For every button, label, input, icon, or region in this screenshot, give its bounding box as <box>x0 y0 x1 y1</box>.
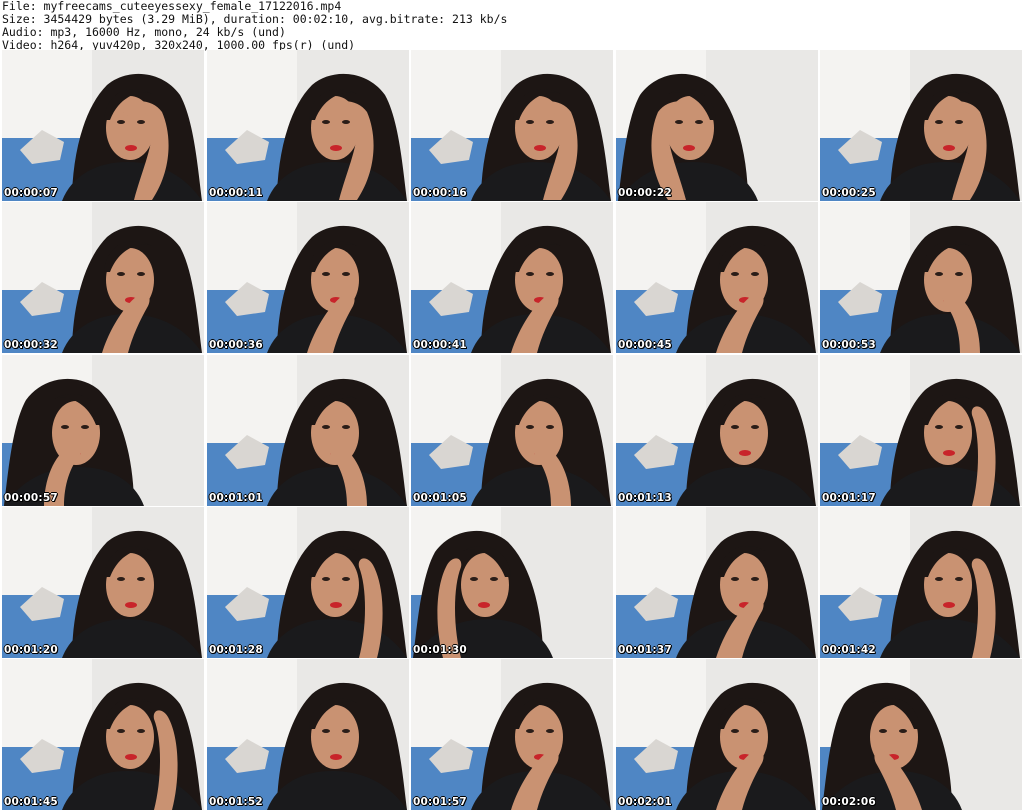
thumbnail-frame: 00:01:37 <box>616 507 818 658</box>
video-frame-image <box>207 659 409 810</box>
frame-timestamp: 00:00:53 <box>822 339 876 351</box>
video-frame-image <box>820 507 1022 658</box>
thumbnail-frame: 00:00:07 <box>2 50 204 201</box>
thumbnail-frame: 00:01:28 <box>207 507 409 658</box>
frame-timestamp: 00:01:17 <box>822 492 876 504</box>
frame-timestamp: 00:02:01 <box>618 796 672 808</box>
thumbnail-frame: 00:01:42 <box>820 507 1022 658</box>
thumbnail-frame: 00:01:20 <box>2 507 204 658</box>
frame-timestamp: 00:01:52 <box>209 796 263 808</box>
video-frame-image <box>616 507 818 658</box>
video-frame-image <box>616 355 818 506</box>
thumbnail-frame: 00:00:22 <box>616 50 818 201</box>
video-frame-image <box>411 507 613 658</box>
thumbnail-frame: 00:00:36 <box>207 202 409 353</box>
frame-timestamp: 00:01:20 <box>4 644 58 656</box>
frame-timestamp: 00:01:37 <box>618 644 672 656</box>
thumbnail-frame: 00:00:11 <box>207 50 409 201</box>
frame-timestamp: 00:01:42 <box>822 644 876 656</box>
frame-timestamp: 00:00:32 <box>4 339 58 351</box>
video-frame-image <box>616 659 818 810</box>
video-frame-image <box>207 50 409 201</box>
file-info-header: File: myfreecams_cuteeyessexy_female_171… <box>2 0 507 52</box>
frame-timestamp: 00:01:13 <box>618 492 672 504</box>
frame-timestamp: 00:00:36 <box>209 339 263 351</box>
thumbnail-frame: 00:00:45 <box>616 202 818 353</box>
frame-timestamp: 00:01:05 <box>413 492 467 504</box>
thumbnail-frame: 00:01:45 <box>2 659 204 810</box>
thumbnail-frame: 00:01:05 <box>411 355 613 506</box>
frame-timestamp: 00:02:06 <box>822 796 876 808</box>
video-frame-image <box>2 202 204 353</box>
video-frame-image <box>616 202 818 353</box>
video-frame-image <box>411 202 613 353</box>
thumbnail-frame: 00:00:16 <box>411 50 613 201</box>
frame-timestamp: 00:00:41 <box>413 339 467 351</box>
video-frame-image <box>820 355 1022 506</box>
thumbnail-frame: 00:01:17 <box>820 355 1022 506</box>
thumbnail-frame: 00:00:25 <box>820 50 1022 201</box>
frame-timestamp: 00:01:45 <box>4 796 58 808</box>
video-frame-image <box>820 659 1022 810</box>
thumbnail-frame: 00:00:32 <box>2 202 204 353</box>
frame-timestamp: 00:00:45 <box>618 339 672 351</box>
video-frame-image <box>2 355 204 506</box>
frame-timestamp: 00:01:30 <box>413 644 467 656</box>
video-frame-image <box>207 355 409 506</box>
frame-timestamp: 00:00:11 <box>209 187 263 199</box>
video-frame-image <box>2 50 204 201</box>
thumbnail-frame: 00:01:30 <box>411 507 613 658</box>
thumbnail-frame: 00:00:53 <box>820 202 1022 353</box>
frame-timestamp: 00:01:57 <box>413 796 467 808</box>
frame-timestamp: 00:00:57 <box>4 492 58 504</box>
video-frame-image <box>411 355 613 506</box>
video-frame-image <box>2 659 204 810</box>
thumbnail-grid: 00:00:07 00:00:11 00:00:16 00:00:22 00:0… <box>0 50 1024 811</box>
frame-timestamp: 00:00:25 <box>822 187 876 199</box>
video-frame-image <box>207 202 409 353</box>
frame-timestamp: 00:01:28 <box>209 644 263 656</box>
frame-timestamp: 00:00:22 <box>618 187 672 199</box>
thumbnail-frame: 00:01:52 <box>207 659 409 810</box>
video-frame-image <box>411 659 613 810</box>
video-frame-image <box>820 50 1022 201</box>
frame-timestamp: 00:00:16 <box>413 187 467 199</box>
thumbnail-frame: 00:00:57 <box>2 355 204 506</box>
video-frame-image <box>2 507 204 658</box>
video-frame-image <box>616 50 818 201</box>
thumbnail-frame: 00:01:57 <box>411 659 613 810</box>
frame-timestamp: 00:00:07 <box>4 187 58 199</box>
thumbnail-frame: 00:00:41 <box>411 202 613 353</box>
video-frame-image <box>207 507 409 658</box>
frame-timestamp: 00:01:01 <box>209 492 263 504</box>
video-frame-image <box>820 202 1022 353</box>
video-frame-image <box>411 50 613 201</box>
thumbnail-frame: 00:02:06 <box>820 659 1022 810</box>
thumbnail-frame: 00:01:01 <box>207 355 409 506</box>
thumbnail-frame: 00:02:01 <box>616 659 818 810</box>
thumbnail-frame: 00:01:13 <box>616 355 818 506</box>
